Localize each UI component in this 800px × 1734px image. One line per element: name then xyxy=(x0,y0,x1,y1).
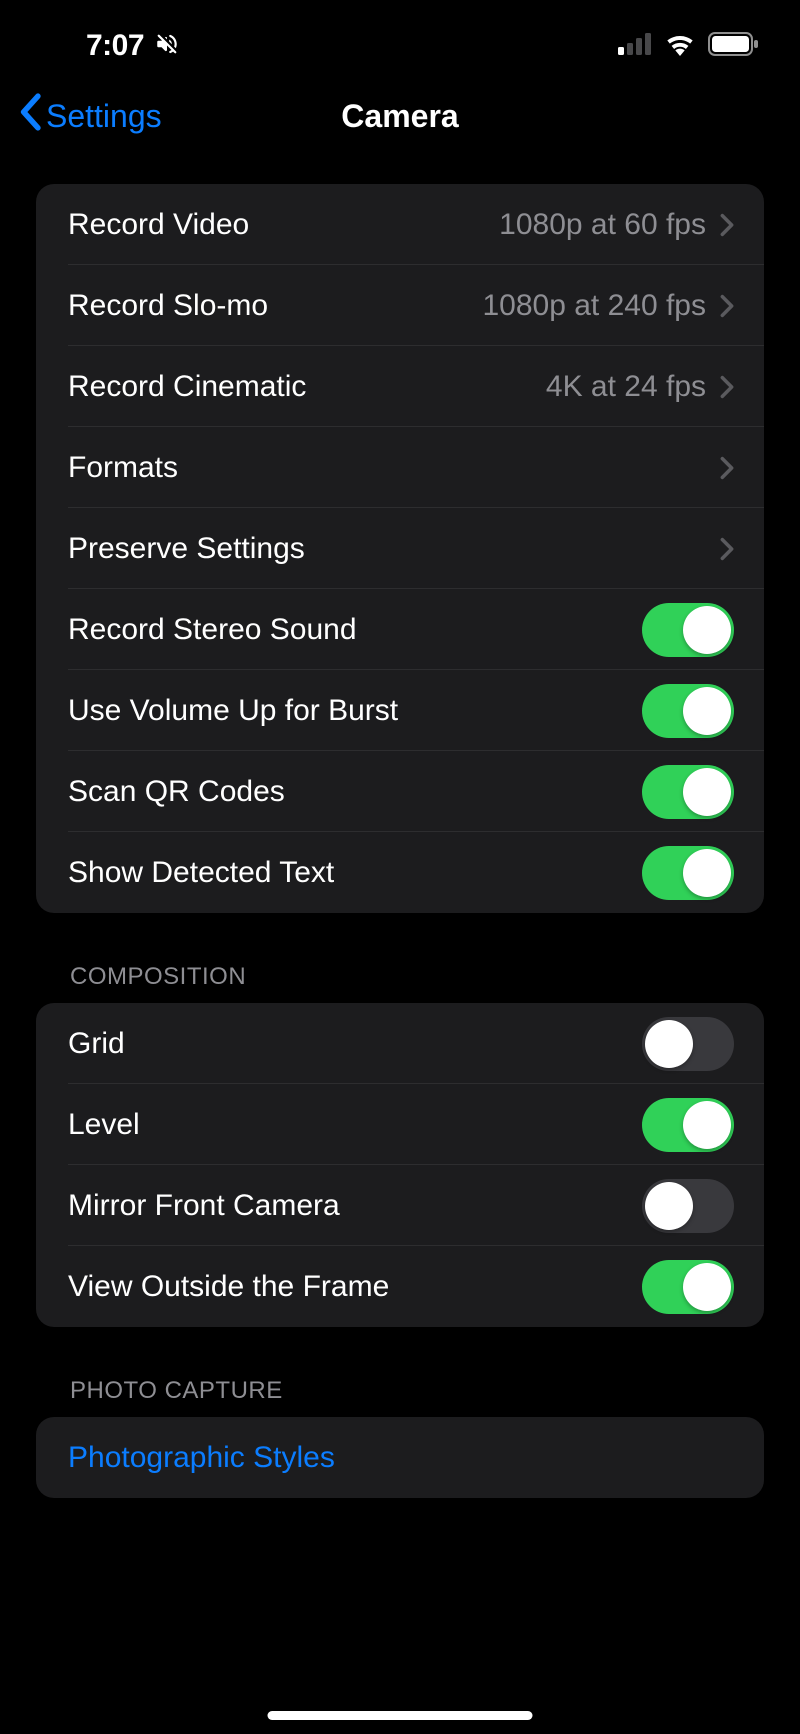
home-indicator[interactable] xyxy=(268,1711,533,1720)
silent-icon xyxy=(154,31,180,62)
chevron-right-icon xyxy=(720,213,734,237)
row-show-detected-text: Show Detected Text xyxy=(36,832,764,913)
row-formats[interactable]: Formats xyxy=(36,427,764,508)
row-record-stereo-sound: Record Stereo Sound xyxy=(36,589,764,670)
row-preserve-settings[interactable]: Preserve Settings xyxy=(36,508,764,589)
toggle-view-outside-frame[interactable] xyxy=(642,1260,734,1314)
row-photographic-styles[interactable]: Photographic Styles xyxy=(36,1417,764,1498)
row-label: Record Cinematic xyxy=(68,370,546,404)
back-label: Settings xyxy=(46,98,162,135)
row-level: Level xyxy=(36,1084,764,1165)
toggle-level[interactable] xyxy=(642,1098,734,1152)
group-header-composition: COMPOSITION xyxy=(70,963,764,991)
row-scan-qr-codes: Scan QR Codes xyxy=(36,751,764,832)
chevron-right-icon xyxy=(720,294,734,318)
row-label: Use Volume Up for Burst xyxy=(68,694,642,728)
row-detail: 1080p at 60 fps xyxy=(499,208,706,242)
group-composition: Grid Level Mirror Front Camera View Outs… xyxy=(36,1003,764,1327)
row-record-cinematic[interactable]: Record Cinematic 4K at 24 fps xyxy=(36,346,764,427)
group-main: Record Video 1080p at 60 fps Record Slo-… xyxy=(36,184,764,913)
row-label: Show Detected Text xyxy=(68,856,642,890)
chevron-right-icon xyxy=(720,456,734,480)
toggle-volume-up-burst[interactable] xyxy=(642,684,734,738)
row-label: Mirror Front Camera xyxy=(68,1189,642,1223)
toggle-show-detected-text[interactable] xyxy=(642,846,734,900)
cellular-icon xyxy=(618,33,652,60)
nav-bar: Settings Camera xyxy=(0,80,800,152)
row-label: Grid xyxy=(68,1027,642,1061)
row-label: View Outside the Frame xyxy=(68,1270,642,1304)
group-photo-capture: Photographic Styles xyxy=(36,1417,764,1498)
chevron-right-icon xyxy=(720,375,734,399)
row-record-video[interactable]: Record Video 1080p at 60 fps xyxy=(36,184,764,265)
status-left: 7:07 xyxy=(86,29,180,63)
row-label: Formats xyxy=(68,451,720,485)
status-bar: 7:07 xyxy=(0,0,800,80)
row-detail: 4K at 24 fps xyxy=(546,370,706,404)
row-label: Photographic Styles xyxy=(68,1441,734,1475)
chevron-right-icon xyxy=(720,537,734,561)
nav-title: Camera xyxy=(341,98,458,135)
back-button[interactable]: Settings xyxy=(18,93,162,139)
toggle-grid[interactable] xyxy=(642,1017,734,1071)
row-detail: 1080p at 240 fps xyxy=(482,289,706,323)
row-volume-up-burst: Use Volume Up for Burst xyxy=(36,670,764,751)
row-mirror-front-camera: Mirror Front Camera xyxy=(36,1165,764,1246)
row-label: Scan QR Codes xyxy=(68,775,642,809)
toggle-scan-qr-codes[interactable] xyxy=(642,765,734,819)
battery-icon xyxy=(708,32,760,61)
toggle-mirror-front-camera[interactable] xyxy=(642,1179,734,1233)
row-label: Record Video xyxy=(68,208,499,242)
row-label: Level xyxy=(68,1108,642,1142)
content: Record Video 1080p at 60 fps Record Slo-… xyxy=(0,152,800,1498)
chevron-left-icon xyxy=(18,93,42,139)
group-header-photo-capture: PHOTO CAPTURE xyxy=(70,1377,764,1405)
row-view-outside-frame: View Outside the Frame xyxy=(36,1246,764,1327)
row-label: Record Slo-mo xyxy=(68,289,482,323)
toggle-record-stereo-sound[interactable] xyxy=(642,603,734,657)
row-label: Record Stereo Sound xyxy=(68,613,642,647)
status-time: 7:07 xyxy=(86,29,144,63)
row-grid: Grid xyxy=(36,1003,764,1084)
status-right xyxy=(618,32,760,61)
wifi-icon xyxy=(664,32,696,61)
row-label: Preserve Settings xyxy=(68,532,720,566)
row-record-slomo[interactable]: Record Slo-mo 1080p at 240 fps xyxy=(36,265,764,346)
